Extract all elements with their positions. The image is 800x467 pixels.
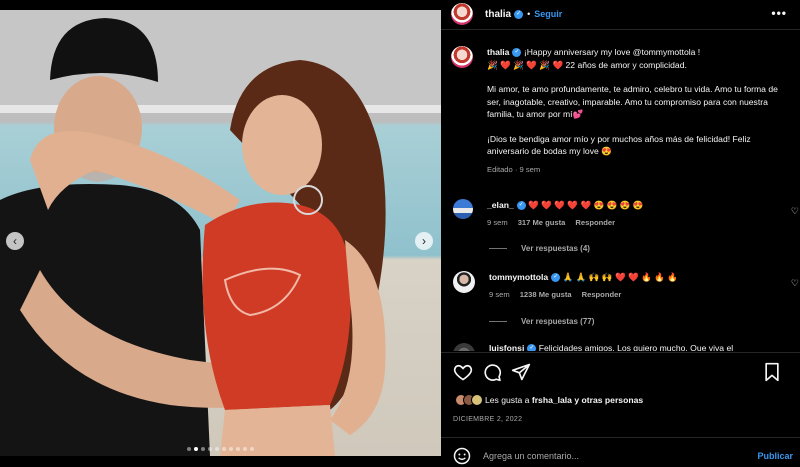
replies-line — [489, 321, 507, 322]
comment-body: tommymottola ✓ 🙏 🙏 🙌 🙌 ❤️ ❤️ 🔥 🔥 🔥 9 sem … — [489, 271, 769, 301]
caption-line-1: ¡Happy anniversary my love @tommymottola… — [521, 47, 701, 57]
header-divider — [441, 29, 800, 30]
author-avatar[interactable] — [451, 3, 473, 25]
next-slide-button[interactable]: › — [415, 232, 433, 250]
actions-divider — [441, 352, 800, 353]
comment-username[interactable]: tommymottola — [489, 272, 548, 282]
publish-button[interactable]: Publicar — [757, 451, 793, 461]
follow-button[interactable]: Seguir — [534, 9, 562, 19]
carousel-dot — [194, 447, 198, 451]
comment-body: luisfonsi ✓ Felicidades amigos. Los quier… — [489, 343, 733, 351]
photo-illustration — [0, 10, 441, 456]
caption-username[interactable]: thalia — [487, 47, 509, 57]
comment-likes[interactable]: 1238 Me gusta — [520, 289, 572, 301]
reply-button[interactable]: Responder — [575, 217, 615, 229]
bookmark-icon[interactable] — [762, 362, 782, 382]
comment-like-heart-icon[interactable]: ♡ — [791, 278, 799, 289]
view-replies-label: Ver respuestas (4) — [521, 244, 590, 253]
carousel-dot — [222, 447, 226, 451]
post-side-panel: thalia ✓ • Seguir ••• thalia ✓ ¡Happy ann… — [441, 0, 800, 467]
separator-dot: • — [527, 9, 531, 19]
view-replies-label: Ver respuestas (77) — [521, 317, 595, 326]
post-date: DICIEMBRE 2, 2022 — [453, 416, 523, 423]
comment-composer: Agrega un comentario... Publicar — [453, 446, 793, 466]
commenter-avatar[interactable] — [453, 343, 475, 351]
post-actions — [453, 362, 793, 382]
commenter-avatar[interactable] — [453, 199, 473, 219]
verified-icon: ✓ — [514, 9, 524, 19]
author-username[interactable]: thalia — [485, 9, 511, 20]
commenter-avatar[interactable] — [453, 271, 475, 293]
caption-meta: Editado · 9 sem — [487, 164, 541, 174]
view-replies-button[interactable]: Ver respuestas (77) — [489, 317, 594, 326]
comment-username[interactable]: luisfonsi — [489, 343, 524, 351]
comment-like-heart-icon[interactable]: ♡ — [791, 206, 799, 217]
comment-input[interactable]: Agrega un comentario... — [483, 451, 757, 461]
caption-line-2: 🎉 ❤️ 🎉 ❤️ 🎉 ❤️ 22 años de amor y complic… — [487, 59, 687, 70]
comment-text: 🙏 🙏 🙌 🙌 ❤️ ❤️ 🔥 🔥 🔥 — [560, 272, 679, 282]
comment-likes[interactable]: 317 Me gusta — [518, 217, 566, 229]
post-header: thalia ✓ • Seguir ••• — [451, 2, 791, 26]
caption-avatar[interactable] — [451, 46, 473, 68]
comment-time: 9 sem — [487, 218, 508, 227]
reply-button[interactable]: Responder — [582, 289, 622, 301]
comment-text: ❤️ ❤️ ❤️ ❤️ ❤️ 😍 😍 😍 😍 — [525, 200, 644, 210]
previous-slide-button[interactable]: ‹ — [6, 232, 24, 250]
share-icon[interactable] — [511, 362, 531, 382]
view-replies-button[interactable]: Ver respuestas (4) — [489, 244, 590, 253]
comment-time: 9 sem — [489, 290, 510, 299]
caption-paragraph-3: ¡Dios te bendiga amor mío y por muchos a… — [487, 133, 751, 157]
composer-divider — [441, 437, 800, 438]
comment-item: _elan_ ✓ ❤️ ❤️ ❤️ ❤️ ❤️ 😍 😍 😍 😍 9 sem 317… — [453, 199, 799, 229]
caption-paragraph-2: Mi amor, te amo profundamente, te admiro… — [487, 84, 778, 119]
comment-username[interactable]: _elan_ — [487, 200, 514, 210]
caption: thalia ✓ ¡Happy anniversary my love @tomm… — [451, 46, 791, 176]
verified-icon: ✓ — [551, 273, 561, 283]
caption-text: thalia ✓ ¡Happy anniversary my love @tomm… — [487, 46, 787, 176]
likes-suffix[interactable]: y otras personas — [574, 395, 643, 405]
comment-meta: 9 sem 1238 Me gusta Responder — [489, 289, 769, 301]
emoji-icon[interactable] — [453, 447, 471, 465]
carousel-dot — [201, 447, 205, 451]
chevron-left-icon: ‹ — [13, 234, 17, 248]
heart-icon[interactable] — [453, 362, 473, 382]
comment-icon[interactable] — [482, 362, 502, 382]
chevron-right-icon: › — [422, 234, 426, 248]
verified-icon: ✓ — [527, 344, 537, 351]
replies-line — [489, 248, 507, 249]
verified-icon: ✓ — [516, 201, 526, 211]
post-photo[interactable]: ‹ › — [0, 10, 441, 456]
more-icon[interactable]: ••• — [771, 6, 787, 20]
comment-meta: 9 sem 317 Me gusta Responder — [487, 217, 767, 229]
carousel-dots — [0, 447, 441, 451]
carousel-dot — [229, 447, 233, 451]
carousel-dot — [215, 447, 219, 451]
carousel-dot — [236, 447, 240, 451]
liker-avatars — [455, 394, 483, 406]
comment-item: tommymottola ✓ 🙏 🙏 🙌 🙌 ❤️ ❤️ 🔥 🔥 🔥 9 sem … — [453, 271, 799, 301]
carousel-dot — [208, 447, 212, 451]
likes-prefix: Les gusta a — [485, 395, 530, 405]
comment-item-partial: luisfonsi ✓ Felicidades amigos. Los quier… — [453, 343, 793, 351]
comment-body: _elan_ ✓ ❤️ ❤️ ❤️ ❤️ ❤️ 😍 😍 😍 😍 9 sem 317… — [487, 199, 767, 229]
likes-user[interactable]: frsha_lala — [532, 395, 572, 405]
likes-summary: Les gusta a frsha_lala y otras personas — [455, 394, 643, 406]
carousel-dot — [187, 447, 191, 451]
carousel-dot — [250, 447, 254, 451]
comment-text: Felicidades amigos. Los quiero mucho. Qu… — [536, 343, 734, 351]
carousel-dot — [243, 447, 247, 451]
